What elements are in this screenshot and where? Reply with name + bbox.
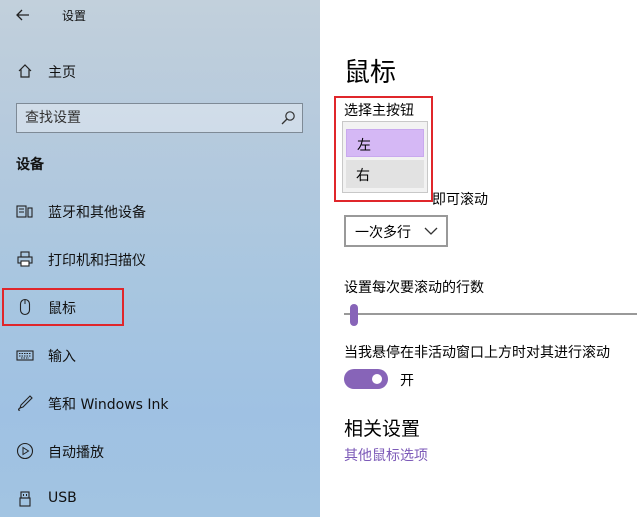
chevron-down-icon bbox=[424, 227, 438, 235]
inactive-scroll-toggle[interactable] bbox=[344, 369, 388, 389]
sidebar-item-label: 蓝牙和其他设备 bbox=[48, 205, 146, 221]
search-icon[interactable] bbox=[280, 110, 296, 126]
sidebar-item-label: 笔和 Windows Ink bbox=[48, 397, 169, 413]
search-input[interactable] bbox=[25, 108, 275, 128]
sidebar-item-usb[interactable]: USB bbox=[0, 484, 320, 514]
slider-thumb[interactable] bbox=[349, 304, 358, 326]
sidebar-item-pen[interactable]: 笔和 Windows Ink bbox=[0, 388, 320, 418]
section-header: 设备 bbox=[16, 157, 44, 173]
page-title: 鼠标 bbox=[344, 58, 397, 88]
pen-icon bbox=[16, 394, 34, 412]
sidebar-item-label: 打印机和扫描仪 bbox=[48, 253, 146, 269]
toggle-knob bbox=[372, 374, 382, 384]
sidebar-item-label: 输入 bbox=[48, 349, 76, 365]
arrow-left-icon bbox=[16, 9, 29, 21]
lines-to-scroll-label: 设置每次要滚动的行数 bbox=[344, 280, 484, 296]
title-bar: 设置 bbox=[0, 0, 320, 30]
usb-icon bbox=[16, 490, 34, 508]
keyboard-icon bbox=[16, 346, 34, 364]
related-settings-header: 相关设置 bbox=[344, 418, 421, 440]
sidebar-item-autoplay[interactable]: 自动播放 bbox=[0, 436, 320, 466]
lines-to-scroll-slider[interactable] bbox=[344, 300, 637, 328]
sidebar-item-typing[interactable]: 输入 bbox=[0, 340, 320, 370]
sidebar-item-home[interactable]: 主页 bbox=[0, 58, 320, 84]
mouse-highlight-box bbox=[2, 288, 124, 326]
sidebar-item-label: 自动播放 bbox=[48, 445, 104, 461]
inactive-scroll-label: 当我悬停在非活动窗口上方时对其进行滚动 bbox=[344, 345, 610, 361]
home-icon bbox=[16, 62, 34, 80]
main-content: 鼠标 选择主按钮 即可滚动 一次多行 设置每次要滚动的行数 当我悬停在非活动窗口… bbox=[320, 0, 637, 517]
dropdown-highlight-box bbox=[334, 96, 433, 202]
toggle-state-label: 开 bbox=[400, 373, 414, 389]
additional-mouse-options-link[interactable]: 其他鼠标选项 bbox=[344, 445, 428, 465]
sidebar-item-printers[interactable]: 打印机和扫描仪 bbox=[0, 244, 320, 274]
bluetooth-devices-icon bbox=[16, 202, 34, 220]
sidebar-item-label: USB bbox=[48, 490, 77, 506]
wheel-scroll-select[interactable]: 一次多行 bbox=[344, 215, 448, 247]
sidebar: 设置 主页 设备 蓝牙和其他设备 bbox=[0, 0, 320, 517]
sidebar-item-label: 主页 bbox=[48, 65, 76, 81]
app-title: 设置 bbox=[62, 9, 87, 23]
back-button[interactable] bbox=[10, 5, 36, 25]
search-box[interactable] bbox=[16, 103, 303, 133]
wheel-scroll-value: 一次多行 bbox=[355, 225, 411, 241]
printer-icon bbox=[16, 250, 34, 268]
slider-track bbox=[344, 313, 637, 315]
autoplay-icon bbox=[16, 442, 34, 460]
sidebar-item-bluetooth[interactable]: 蓝牙和其他设备 bbox=[0, 196, 320, 226]
